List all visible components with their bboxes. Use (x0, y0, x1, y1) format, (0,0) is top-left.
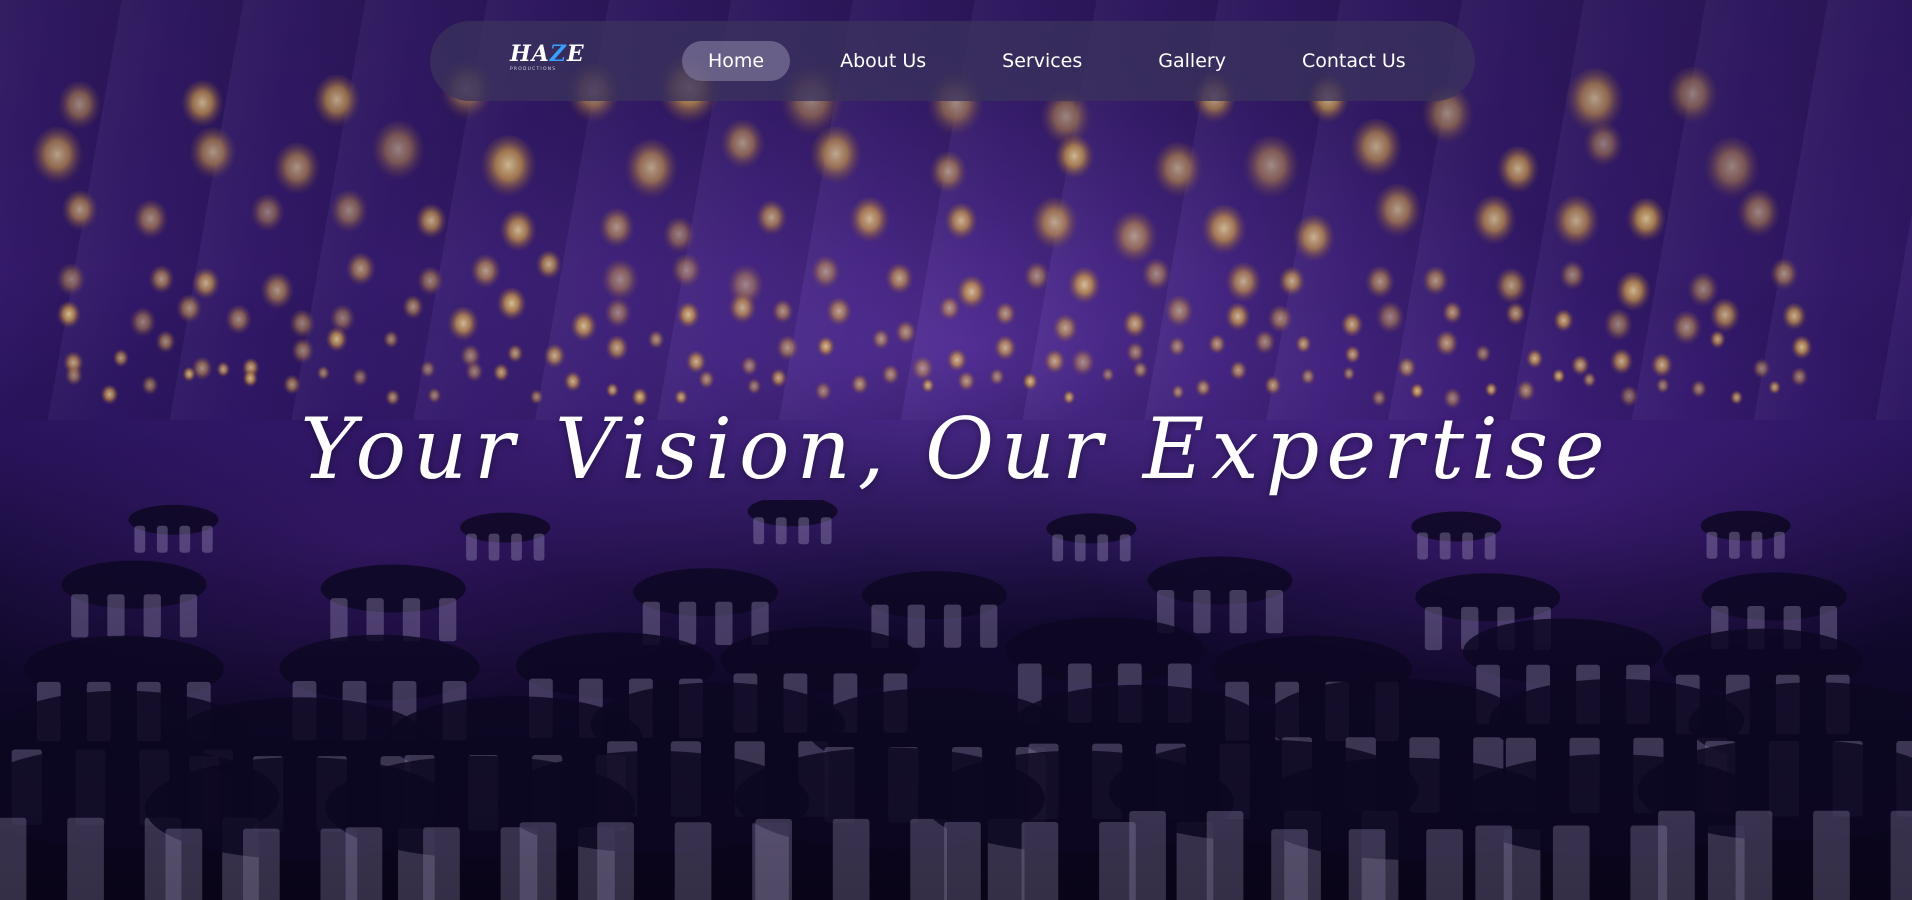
hero-headline: Your Vision, Our Expertise (300, 400, 1612, 498)
nav-item-gallery[interactable]: Gallery (1133, 41, 1251, 81)
logo-tagline: PRODUCTIONS (510, 67, 557, 72)
nav-menu: Home About Us Services Gallery Contact U… (682, 41, 1457, 81)
main-navbar: HAZE PRODUCTIONS Home About Us Services … (430, 21, 1475, 101)
logo-wordmark: HAZE (510, 41, 585, 67)
nav-item-about-us[interactable]: About Us (815, 41, 951, 81)
nav-item-services[interactable]: Services (977, 41, 1107, 81)
haze-logo[interactable]: HAZE PRODUCTIONS (510, 41, 585, 79)
hero-section: HAZE PRODUCTIONS Home About Us Services … (0, 0, 1912, 900)
nav-item-home[interactable]: Home (682, 41, 791, 81)
nav-item-contact-us[interactable]: Contact Us (1277, 41, 1431, 81)
